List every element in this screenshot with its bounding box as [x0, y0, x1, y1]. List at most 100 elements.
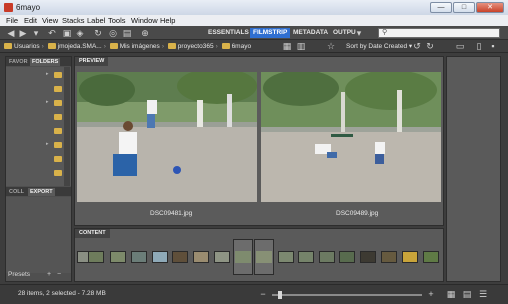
folder-icon: [4, 43, 12, 49]
thumbnail[interactable]: [360, 251, 376, 263]
preview-image-1[interactable]: [77, 72, 257, 202]
folder-icon[interactable]: [54, 100, 62, 106]
new-folder-icon[interactable]: ▭: [455, 41, 465, 51]
expand-arrow-icon[interactable]: ▸: [46, 71, 49, 77]
workspace-menu-chevron-icon[interactable]: ▾: [354, 28, 364, 38]
menu-file[interactable]: File: [6, 16, 18, 25]
boomerang-icon[interactable]: ↶: [47, 28, 57, 38]
thumbnail[interactable]: [193, 251, 209, 263]
folder-icon[interactable]: [54, 114, 62, 120]
thumbnail[interactable]: [381, 251, 397, 263]
thumbnail[interactable]: [278, 251, 294, 263]
rotate-left-icon[interactable]: ↺: [412, 41, 422, 51]
folder-icon: [167, 43, 176, 49]
content-panel: CONTENT: [74, 228, 444, 282]
tab-folders[interactable]: FOLDERS: [30, 58, 61, 66]
breadcrumb-item[interactable]: 6mayo: [232, 43, 252, 50]
preview-caption-2: DSC09489.jpg: [336, 210, 379, 217]
folder-icon[interactable]: [54, 86, 62, 92]
preview-panel-title: PREVIEW: [75, 57, 109, 66]
folder-scrollbar[interactable]: [64, 67, 70, 186]
thumbnail[interactable]: [110, 251, 126, 263]
thumbnail-selected[interactable]: [254, 239, 274, 275]
filter-icon[interactable]: ▥: [296, 41, 306, 51]
bridge-app-icon: [4, 3, 13, 12]
tab-favorites[interactable]: FAVOR: [7, 58, 30, 66]
breadcrumb-item[interactable]: jmojeda.SMA...: [58, 43, 102, 50]
workspace-essentials[interactable]: ESSENTIALS: [205, 28, 252, 38]
search-input[interactable]: ⚲: [378, 28, 500, 38]
back-icon[interactable]: ◀: [6, 28, 16, 38]
thumbnail[interactable]: [172, 251, 188, 263]
thumbnail-selected[interactable]: [233, 239, 253, 275]
thumbnail[interactable]: [402, 251, 418, 263]
menu-label[interactable]: Label: [87, 16, 105, 25]
menu-tools[interactable]: Tools: [108, 16, 126, 25]
open-in-camera-raw-icon[interactable]: ◎: [108, 28, 118, 38]
folder-icon[interactable]: [54, 170, 62, 176]
thumbnail[interactable]: [298, 251, 314, 263]
folder-icon: [47, 43, 56, 49]
folder-icon[interactable]: [54, 142, 62, 148]
thumbnail-size-slider[interactable]: [272, 291, 422, 299]
menu-view[interactable]: View: [42, 16, 58, 25]
expand-arrow-icon[interactable]: ▸: [46, 99, 49, 105]
zoom-in-icon[interactable]: +: [426, 289, 436, 299]
presets-label: Presets: [8, 271, 31, 278]
expand-arrow-icon[interactable]: ▸: [46, 141, 49, 147]
breadcrumb-item[interactable]: proyecto365: [178, 43, 214, 50]
thumbnail[interactable]: [131, 251, 147, 263]
grid-view-icon[interactable]: ▦: [446, 289, 456, 299]
thumbnail[interactable]: [214, 251, 230, 263]
refine-icon[interactable]: ◈: [75, 28, 85, 38]
star-filter-icon[interactable]: ☆: [326, 41, 336, 51]
trash-icon[interactable]: ▯: [474, 41, 484, 51]
right-panel: [446, 56, 501, 282]
breadcrumb-item[interactable]: Usuarios: [14, 43, 40, 50]
tab-collections[interactable]: COLL: [7, 188, 26, 196]
tab-export[interactable]: EXPORT: [28, 188, 55, 196]
list-view-icon[interactable]: ☰: [478, 289, 488, 299]
window-title: 6mayo: [16, 3, 41, 12]
forward-icon[interactable]: ▶: [18, 28, 28, 38]
thumbnail[interactable]: [319, 251, 335, 263]
recent-folders-icon[interactable]: ▾: [31, 28, 41, 38]
thumbnail[interactable]: [88, 251, 104, 263]
close-button[interactable]: ✕: [476, 2, 504, 13]
workspace-filmstrip[interactable]: FILMSTRIP: [250, 28, 291, 38]
remove-preset-icon[interactable]: −: [54, 270, 64, 280]
view-mode-icon[interactable]: ▦: [282, 41, 292, 51]
menu-stacks[interactable]: Stacks: [62, 16, 85, 25]
sort-dropdown[interactable]: Sort by Date Created ▾: [346, 42, 412, 52]
slider-handle[interactable]: [278, 291, 282, 299]
folder-icon: [109, 43, 118, 49]
camera-download-icon[interactable]: ▣: [62, 28, 72, 38]
workspace-metadata[interactable]: METADATA: [290, 28, 331, 38]
content-panel-title: CONTENT: [75, 229, 110, 238]
thumbnail[interactable]: [339, 251, 355, 263]
preview-image-2[interactable]: [261, 72, 441, 202]
thumbnail[interactable]: [152, 251, 168, 263]
thumbnail[interactable]: [423, 251, 439, 263]
folder-icon[interactable]: [54, 128, 62, 134]
menu-help[interactable]: Help: [160, 16, 175, 25]
folder-icon: [221, 43, 230, 49]
delete-icon[interactable]: ▪: [488, 41, 498, 51]
menu-window[interactable]: Window: [131, 16, 158, 25]
folder-icon[interactable]: [54, 156, 62, 162]
minimize-button[interactable]: —: [430, 2, 452, 13]
rotate-right-icon[interactable]: ↻: [425, 41, 435, 51]
maximize-button[interactable]: □: [453, 2, 475, 13]
get-photos-icon[interactable]: ⊕: [140, 28, 150, 38]
zoom-out-icon[interactable]: −: [258, 289, 268, 299]
search-icon: ⚲: [382, 29, 388, 36]
rotate-icon[interactable]: ↻: [93, 28, 103, 38]
add-preset-icon[interactable]: +: [44, 270, 54, 280]
folder-tree[interactable]: ▸ ▸ ▸: [6, 67, 71, 186]
details-view-icon[interactable]: ▤: [462, 289, 472, 299]
breadcrumb-item[interactable]: Mis imágenes: [120, 43, 160, 50]
folder-icon[interactable]: [54, 72, 62, 78]
export-panel: [6, 197, 71, 273]
menu-edit[interactable]: Edit: [24, 16, 37, 25]
output-icon[interactable]: ▤: [122, 28, 132, 38]
